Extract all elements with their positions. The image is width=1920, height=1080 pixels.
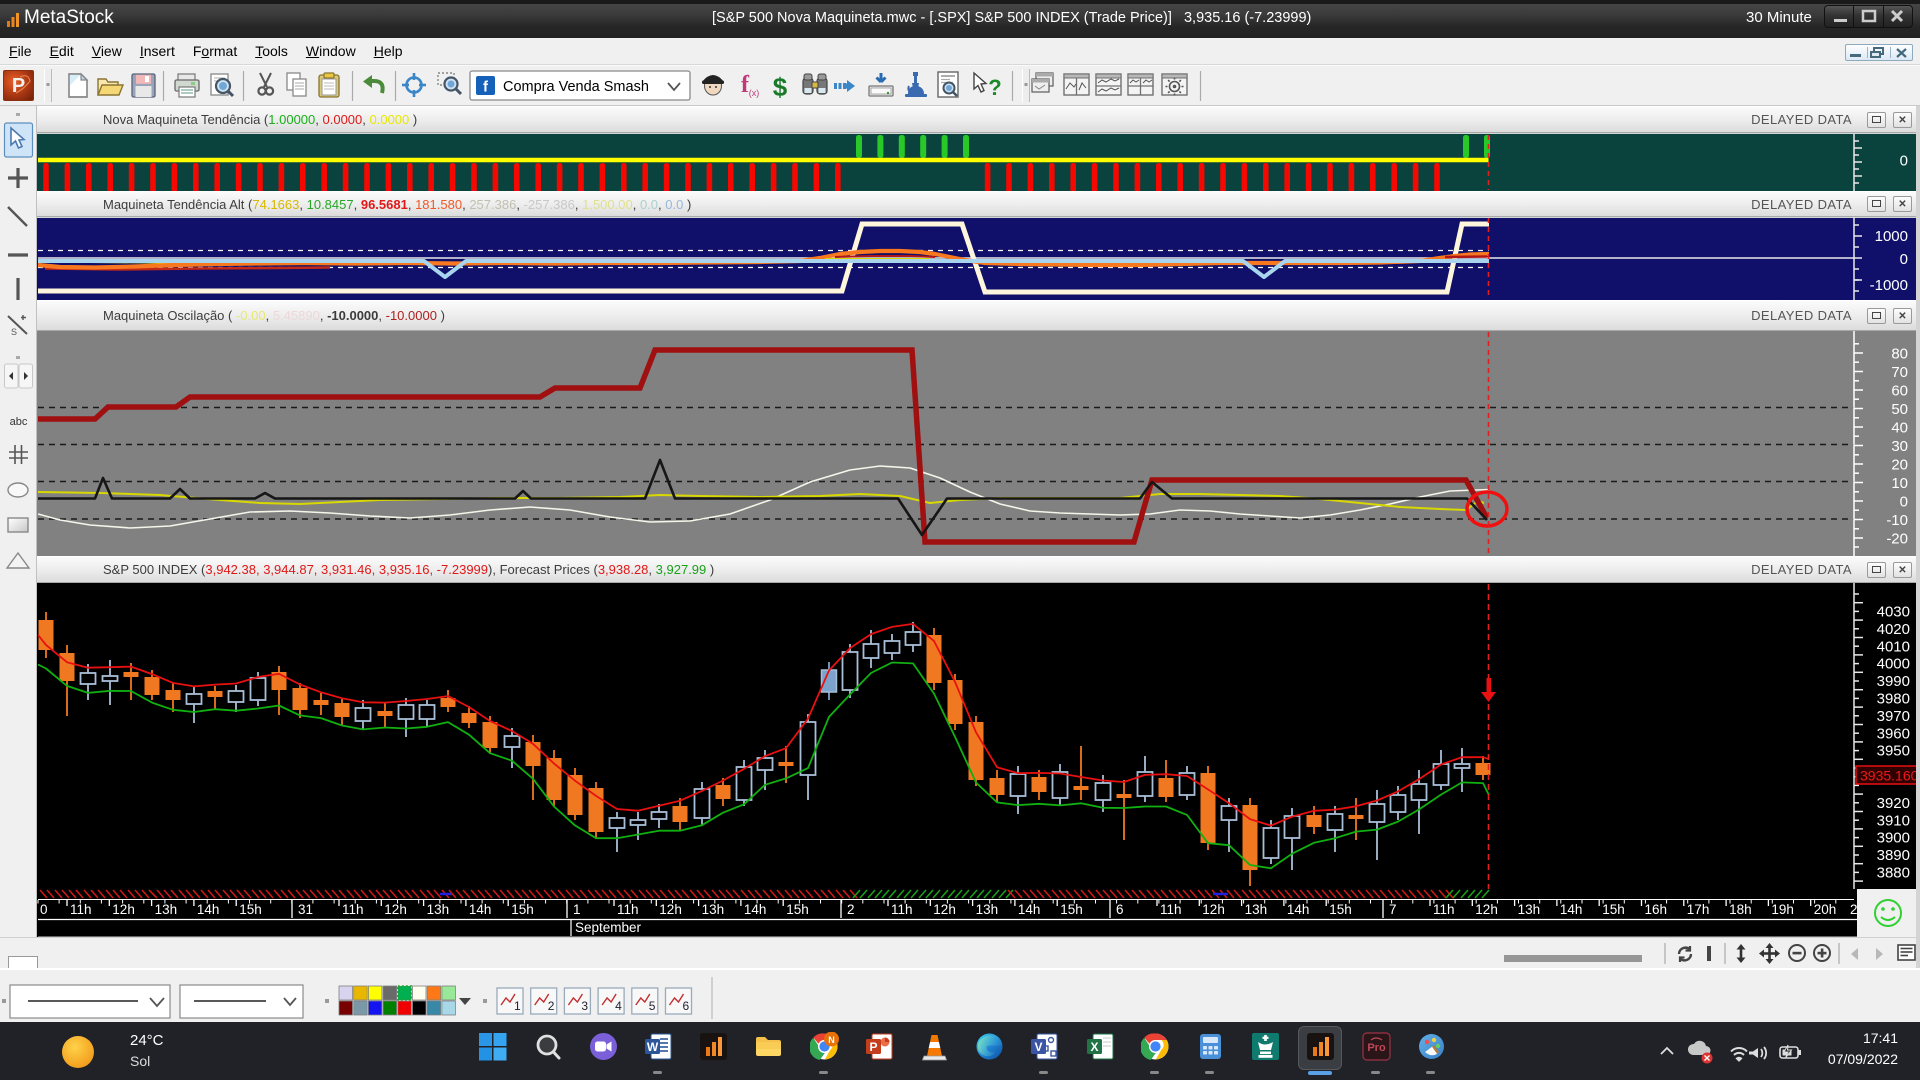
svg-text:30: 30 [1891, 438, 1908, 455]
svg-text:20h: 20h [1814, 902, 1837, 917]
svg-text:10: 10 [1891, 475, 1908, 492]
svg-text:14h: 14h [1560, 902, 1583, 917]
svg-text:7: 7 [1389, 902, 1397, 917]
svg-text:15h: 15h [239, 902, 262, 917]
svg-text:15h: 15h [1602, 902, 1625, 917]
svg-text:0: 0 [1900, 494, 1908, 511]
svg-text:15h: 15h [1060, 902, 1083, 917]
svg-text:14h: 14h [744, 902, 767, 917]
svg-text:3970: 3970 [1877, 708, 1910, 725]
svg-text:3935.160: 3935.160 [1860, 768, 1919, 784]
svg-text:abc: abc [10, 416, 28, 428]
svg-text:0: 0 [40, 902, 48, 917]
svg-text:5: 5 [649, 999, 656, 1013]
svg-text:50: 50 [1891, 401, 1908, 418]
svg-text:6: 6 [683, 999, 690, 1013]
svg-text:3910: 3910 [1877, 812, 1910, 829]
svg-text:3880: 3880 [1877, 865, 1910, 882]
svg-text:4000: 4000 [1877, 656, 1910, 673]
svg-text:12h: 12h [112, 902, 135, 917]
svg-text:X: X [1090, 1040, 1098, 1054]
svg-text:4020: 4020 [1877, 621, 1910, 638]
svg-text:40: 40 [1891, 420, 1908, 437]
svg-text:13h: 13h [155, 902, 178, 917]
svg-text:15h: 15h [511, 902, 534, 917]
svg-text:3950: 3950 [1877, 743, 1910, 760]
svg-text:70: 70 [1891, 364, 1908, 381]
svg-text:13h: 13h [1518, 902, 1541, 917]
svg-text:14h: 14h [197, 902, 220, 917]
svg-text:11h: 11h [617, 902, 639, 917]
svg-text:4: 4 [615, 999, 622, 1013]
svg-text:P: P [869, 1040, 877, 1054]
svg-text:3900: 3900 [1877, 830, 1910, 847]
svg-text:2: 2 [847, 902, 855, 917]
svg-text:V: V [1034, 1040, 1042, 1054]
svg-text:Compra Venda Smash: Compra Venda Smash [503, 79, 649, 95]
svg-text:12h: 12h [1475, 902, 1498, 917]
svg-text:12h: 12h [659, 902, 682, 917]
svg-text:3990: 3990 [1877, 673, 1910, 690]
svg-text:3980: 3980 [1877, 691, 1910, 708]
svg-text:13h: 13h [976, 902, 999, 917]
svg-text:11h: 11h [342, 902, 364, 917]
svg-text:13h: 13h [1245, 902, 1268, 917]
svg-text:?: ? [988, 75, 1001, 100]
svg-text:N: N [828, 1035, 835, 1045]
svg-text:(x): (x) [749, 88, 760, 98]
svg-text:19h: 19h [1771, 902, 1794, 917]
svg-text:4030: 4030 [1877, 604, 1910, 621]
svg-text:14h: 14h [469, 902, 492, 917]
svg-text:60: 60 [1891, 383, 1908, 400]
svg-text:17h: 17h [1687, 902, 1710, 917]
svg-text:1: 1 [514, 999, 521, 1013]
svg-text:1: 1 [573, 902, 581, 917]
svg-text:3960: 3960 [1877, 725, 1910, 742]
svg-text:0: 0 [1900, 251, 1908, 268]
svg-text:14h: 14h [1018, 902, 1041, 917]
svg-text:0: 0 [1900, 153, 1908, 170]
svg-text:11h: 11h [1433, 902, 1455, 917]
svg-text:-10: -10 [1886, 512, 1908, 529]
svg-text:W: W [647, 1040, 659, 1054]
svg-text:18h: 18h [1729, 902, 1752, 917]
svg-text:14h: 14h [1287, 902, 1310, 917]
svg-text:11h: 11h [1160, 902, 1182, 917]
svg-text:Pro: Pro [1367, 1042, 1386, 1054]
svg-text:12h: 12h [1202, 902, 1225, 917]
svg-text:6: 6 [1116, 902, 1124, 917]
svg-text:11h: 11h [70, 902, 92, 917]
svg-text:4010: 4010 [1877, 638, 1910, 655]
svg-text:31: 31 [298, 902, 313, 917]
svg-text:15h: 15h [786, 902, 809, 917]
svg-text:13h: 13h [427, 902, 450, 917]
svg-text:3920: 3920 [1877, 795, 1910, 812]
svg-text:20: 20 [1891, 457, 1908, 474]
svg-text:13h: 13h [702, 902, 725, 917]
svg-text:-1000: -1000 [1870, 277, 1908, 294]
svg-text:September: September [575, 920, 642, 935]
svg-text:15h: 15h [1329, 902, 1352, 917]
svg-text:3: 3 [581, 999, 588, 1013]
svg-text:1000: 1000 [1875, 228, 1908, 245]
svg-text:-20: -20 [1886, 531, 1908, 548]
svg-text:2: 2 [548, 999, 555, 1013]
svg-text:11h: 11h [891, 902, 913, 917]
svg-text:16h: 16h [1645, 902, 1668, 917]
svg-text:P: P [12, 75, 25, 97]
svg-text:S: S [11, 327, 17, 337]
svg-text:$: $ [773, 72, 788, 102]
svg-text:12h: 12h [933, 902, 956, 917]
svg-text:12h: 12h [384, 902, 407, 917]
svg-text:2: 2 [1850, 902, 1858, 917]
svg-text:80: 80 [1891, 346, 1908, 363]
svg-text:3890: 3890 [1877, 847, 1910, 864]
